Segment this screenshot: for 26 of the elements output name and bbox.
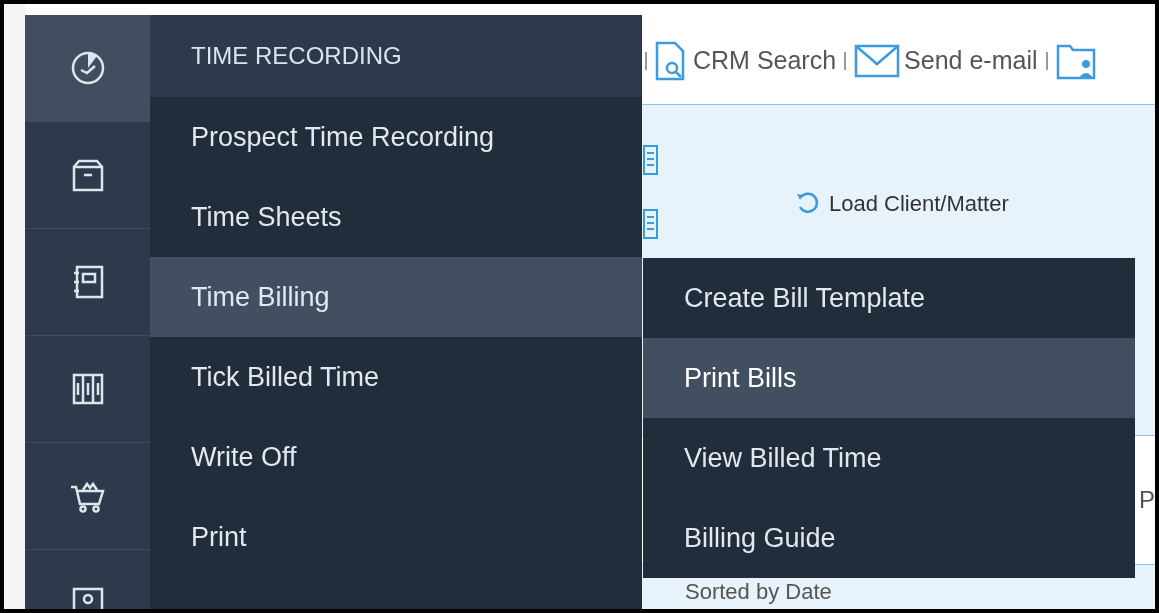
- menu-item[interactable]: Prospect Time Recording: [150, 97, 642, 177]
- sidebar-tab[interactable]: [25, 229, 150, 336]
- send-email-link[interactable]: Send e-mail: [854, 41, 1038, 80]
- load-client-matter-button[interactable]: Load Client/Matter: [795, 185, 1009, 221]
- crm-search-link[interactable]: CRM Search: [655, 40, 837, 81]
- menu-item[interactable]: Write Off: [150, 417, 642, 497]
- document-icon: [643, 209, 659, 239]
- sidebar-tab[interactable]: [25, 336, 150, 443]
- column-heading: P: [1139, 485, 1155, 515]
- sort-label: Sorted by Date: [685, 579, 832, 604]
- sidebar-tab[interactable]: [25, 443, 150, 550]
- submenu-item[interactable]: Billing Guide: [643, 498, 1135, 578]
- menu-item[interactable]: Tick Billed Time: [150, 337, 642, 417]
- clock-icon: [69, 50, 106, 86]
- menu-item[interactable]: Time Sheets: [150, 177, 642, 257]
- submenu-item[interactable]: Create Bill Template: [643, 258, 1135, 338]
- document-icon: [643, 145, 659, 175]
- submenu-item[interactable]: View Billed Time: [643, 418, 1135, 498]
- submenu-item[interactable]: Print Bills: [643, 338, 1135, 418]
- menu-item[interactable]: Print: [150, 497, 642, 577]
- menu-header: TIME RECORDING: [150, 15, 642, 97]
- sidebar-tab[interactable]: [25, 15, 150, 122]
- menu-item[interactable]: Time Billing: [150, 257, 642, 337]
- envelope-icon: [854, 43, 901, 78]
- refresh-icon: [795, 190, 821, 216]
- sidebar-tab[interactable]: [25, 122, 150, 229]
